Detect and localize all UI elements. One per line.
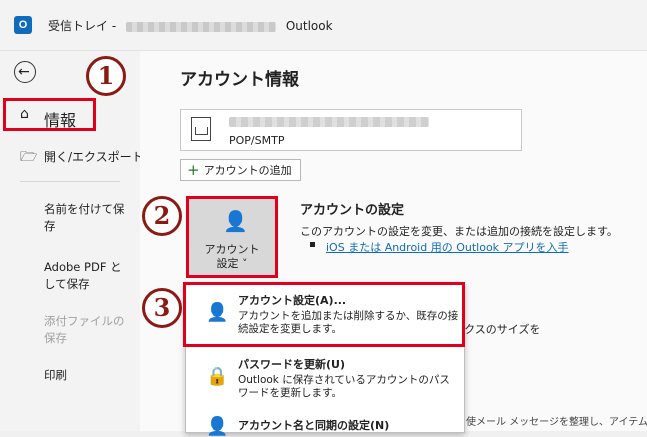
back-button[interactable]: ← — [14, 61, 36, 83]
section-description: このアカウントの設定を変更、または追加の接続を設定します。 — [300, 225, 618, 238]
add-account-label: アカウントの追加 — [203, 164, 292, 177]
nav-divider — [20, 181, 120, 182]
account-settings-label: アカウント 設定 ˅ — [204, 243, 260, 270]
highlight-box-info — [3, 98, 96, 131]
step-badge-1: 1 — [86, 56, 126, 96]
title-suffix: Outlook — [285, 19, 333, 33]
account-selector[interactable]: POP/SMTP — [180, 109, 522, 151]
window-title: 受信トレイ - Outlook — [48, 17, 333, 34]
backstage-sidebar: ← ⌂ 情報 🗁 開く/エクスポート 名前を付けて保存 Adobe PDF とし… — [0, 51, 144, 431]
user-gear-icon: 👤 — [223, 209, 248, 233]
menu-item-account-name-sync[interactable]: 👤 アカウント名と同期の設定(N) — [186, 410, 464, 437]
highlight-box-menu-item — [183, 282, 465, 347]
page-title: アカウント情報 — [180, 70, 299, 90]
blurred-account-email — [229, 117, 429, 127]
get-mobile-app-link[interactable]: iOS または Android 用の Outlook アプリを入手 — [326, 239, 569, 255]
nav-open-export[interactable]: 🗁 開く/エクスポート — [0, 145, 144, 167]
folder-open-icon: 🗁 — [20, 149, 38, 165]
menu-item-update-password[interactable]: 🔒 パスワードを更新(U) Outlook に保存されているアカウントのパスワー… — [186, 348, 464, 404]
obscured-text-2: 使メール メッセージを整理し、アイテムを — [466, 417, 647, 428]
nav-open-export-label: 開く/エクスポート — [44, 150, 144, 164]
add-account-button[interactable]: + アカウントの追加 — [180, 159, 301, 181]
lock-icon: 🔒 — [206, 366, 229, 387]
nav-save-as-pdf[interactable]: Adobe PDF として保存 — [44, 259, 128, 293]
user-gear-icon: 👤 — [206, 416, 229, 437]
step-badge-3: 3 — [142, 288, 182, 328]
title-bar: O 受信トレイ - Outlook — [0, 0, 647, 51]
arrow-left-icon: ← — [18, 64, 30, 80]
plus-icon: + — [187, 161, 200, 179]
nav-save-as[interactable]: 名前を付けて保存 — [44, 201, 128, 235]
mailbox-icon — [191, 117, 211, 141]
bullet — [310, 242, 315, 247]
account-type: POP/SMTP — [229, 134, 285, 147]
nav-print[interactable]: 印刷 — [44, 367, 128, 384]
step-badge-2: 2 — [142, 196, 182, 236]
nav-save-attachments[interactable]: 添付ファイルの保存 — [44, 313, 128, 347]
title-prefix: 受信トレイ - — [48, 19, 117, 33]
blurred-mailbox-name — [125, 21, 276, 32]
account-settings-button[interactable]: 👤 アカウント 設定 ˅ — [186, 196, 278, 278]
section-title: アカウントの設定 — [300, 203, 405, 218]
outlook-icon: O — [14, 16, 32, 34]
